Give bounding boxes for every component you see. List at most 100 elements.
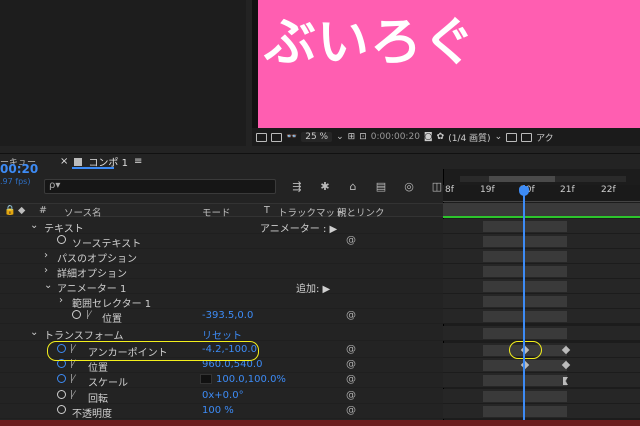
timeline-row[interactable] — [443, 309, 640, 324]
timeline-row[interactable] — [443, 358, 640, 373]
label-icon[interactable]: ◆ — [18, 205, 25, 216]
resolution-select[interactable]: (1/4 画質) — [448, 131, 490, 144]
current-time-display[interactable]: 0:00:00:20 — [371, 132, 420, 142]
shy-layers-icon[interactable]: ⌂ — [346, 180, 360, 193]
layer-duration-bar[interactable] — [483, 296, 567, 307]
tab-comp-1[interactable]: × コンポ 1 ≡ — [60, 154, 142, 169]
zoom-select[interactable]: 25 % — [301, 132, 333, 142]
timeline-row[interactable] — [443, 326, 640, 341]
pickwhip-icon[interactable]: @ — [346, 374, 356, 385]
layer-duration-bar[interactable] — [483, 406, 567, 417]
pickwhip-icon[interactable]: @ — [346, 310, 356, 321]
graph-editor-icon[interactable]: ◫ — [430, 180, 444, 193]
region-icon[interactable] — [506, 132, 518, 142]
property-row-more-options[interactable]: › 詳細オプション — [0, 264, 443, 280]
property-value[interactable]: 0x+0.0° — [202, 390, 244, 401]
motion-blur-icon[interactable]: ◎ — [402, 180, 416, 193]
property-value[interactable]: 100 % — [202, 405, 234, 416]
timeline-row[interactable] — [443, 264, 640, 279]
animator-add-button[interactable]: アニメーター : ▶ — [260, 220, 337, 235]
property-value[interactable]: -393.5,0.0 — [202, 310, 253, 321]
chevron-down-icon[interactable]: ⌄ — [30, 327, 38, 338]
pickwhip-icon[interactable]: @ — [346, 235, 356, 246]
current-time-indicator[interactable] — [523, 185, 525, 420]
composition-viewer[interactable]: ぶいろぐ — [258, 0, 640, 128]
chevron-right-icon[interactable]: › — [59, 295, 63, 306]
graph-icon[interactable]: |⁄ — [70, 390, 75, 400]
chevron-down-icon[interactable]: ⌄ — [30, 220, 38, 231]
layer-duration-bar[interactable] — [483, 328, 567, 339]
timeline-row[interactable] — [443, 404, 640, 419]
current-time[interactable]: 00:20 — [0, 162, 38, 176]
crop-icon[interactable]: ⊡ — [359, 132, 367, 142]
grid-icon[interactable]: ⊞ — [348, 132, 356, 142]
frame-blending-icon[interactable]: ▤ — [374, 180, 388, 193]
monitor-icon[interactable] — [256, 132, 267, 142]
property-row-animator-position[interactable]: |⁄ 位置 -393.5,0.0 @ — [0, 309, 443, 325]
pickwhip-icon[interactable]: @ — [346, 344, 356, 355]
stopwatch-icon[interactable] — [57, 405, 66, 417]
composition-mini-flowchart-icon[interactable]: ⇶ — [290, 180, 304, 193]
constrain-proportions-icon[interactable] — [200, 374, 212, 387]
playhead-handle[interactable] — [519, 186, 529, 196]
stopwatch-icon[interactable] — [57, 235, 66, 247]
transparency-icon[interactable] — [521, 132, 533, 142]
layer-duration-bar[interactable] — [483, 311, 567, 322]
property-row-animator-1[interactable]: ⌄ アニメーター 1 追加: ▶ — [0, 279, 443, 295]
t-column-header[interactable]: T — [264, 205, 270, 216]
source-name-column-header[interactable]: ソース名 — [64, 205, 102, 219]
layer-search-input[interactable]: ρ▾ — [44, 179, 276, 194]
timeline-row[interactable] — [443, 373, 640, 388]
property-value[interactable]: 100.0,100.0% — [216, 374, 286, 385]
graph-icon[interactable]: |⁄ — [86, 310, 91, 320]
close-icon[interactable]: × — [60, 156, 68, 167]
timeline-row[interactable] — [443, 219, 640, 234]
layer-duration-bar[interactable] — [483, 266, 567, 277]
layer-duration-bar[interactable] — [483, 236, 567, 247]
active-camera-label[interactable]: アク — [536, 131, 554, 144]
property-row-scale[interactable]: |⁄ スケール 100.0,100.0% @ — [0, 373, 443, 389]
chevron-down-icon[interactable]: ⌄ — [44, 280, 52, 291]
timeline-row[interactable] — [443, 234, 640, 249]
layer-duration-bar[interactable] — [483, 375, 567, 386]
layer-duration-bar[interactable] — [483, 281, 567, 292]
camera-icon[interactable]: ◙ — [424, 132, 433, 142]
chevron-right-icon[interactable]: › — [44, 265, 48, 276]
property-row-opacity[interactable]: 不透明度 100 % @ — [0, 404, 443, 420]
timeline-row[interactable] — [443, 279, 640, 294]
work-area-bar[interactable] — [443, 203, 640, 216]
screen-icon[interactable] — [271, 132, 282, 142]
menu-icon[interactable]: ≡ — [134, 156, 142, 167]
parent-column-header[interactable]: 親とリンク — [337, 205, 385, 219]
pickwhip-icon[interactable]: @ — [346, 359, 356, 370]
glasses-icon[interactable]: 👓 — [286, 132, 297, 142]
color-icon[interactable]: ✿ — [437, 132, 445, 142]
property-row-path-options[interactable]: › パスのオプション — [0, 249, 443, 265]
property-row-text[interactable]: ⌄ テキスト アニメーター : ▶ — [0, 219, 443, 235]
property-row-range-selector-1[interactable]: › 範囲セレクター 1 — [0, 294, 443, 310]
property-row-transform[interactable]: ⌄ トランスフォーム リセット — [0, 326, 443, 342]
time-ruler[interactable]: 8f 19f 20f 21f 22f — [443, 185, 640, 202]
stopwatch-icon[interactable] — [57, 374, 66, 386]
time-navigator-range[interactable] — [489, 176, 555, 182]
number-column-header[interactable]: # — [39, 205, 47, 216]
draft-3d-icon[interactable]: ✱ — [318, 180, 332, 193]
timeline-row[interactable] — [443, 294, 640, 309]
mode-column-header[interactable]: モード — [202, 205, 231, 219]
pickwhip-icon[interactable]: @ — [346, 405, 356, 416]
trackmatte-column-header[interactable]: トラックマット — [278, 205, 345, 219]
property-row-rotation[interactable]: |⁄ 回転 0x+0.0° @ — [0, 389, 443, 405]
layer-duration-bar[interactable] — [483, 391, 567, 402]
animator-add-property-button[interactable]: 追加: ▶ — [296, 280, 330, 295]
layer-duration-bar[interactable] — [483, 251, 567, 262]
layer-duration-bar[interactable] — [483, 221, 567, 232]
stopwatch-icon[interactable] — [72, 310, 81, 322]
property-row-source-text[interactable]: ソーステキスト @ — [0, 234, 443, 250]
timeline-row[interactable] — [443, 249, 640, 264]
pickwhip-icon[interactable]: @ — [346, 390, 356, 401]
stopwatch-icon[interactable] — [57, 390, 66, 402]
timeline-row[interactable] — [443, 389, 640, 404]
reset-link[interactable]: リセット — [202, 327, 242, 342]
chevron-right-icon[interactable]: › — [44, 250, 48, 261]
graph-icon[interactable]: |⁄ — [70, 374, 75, 384]
